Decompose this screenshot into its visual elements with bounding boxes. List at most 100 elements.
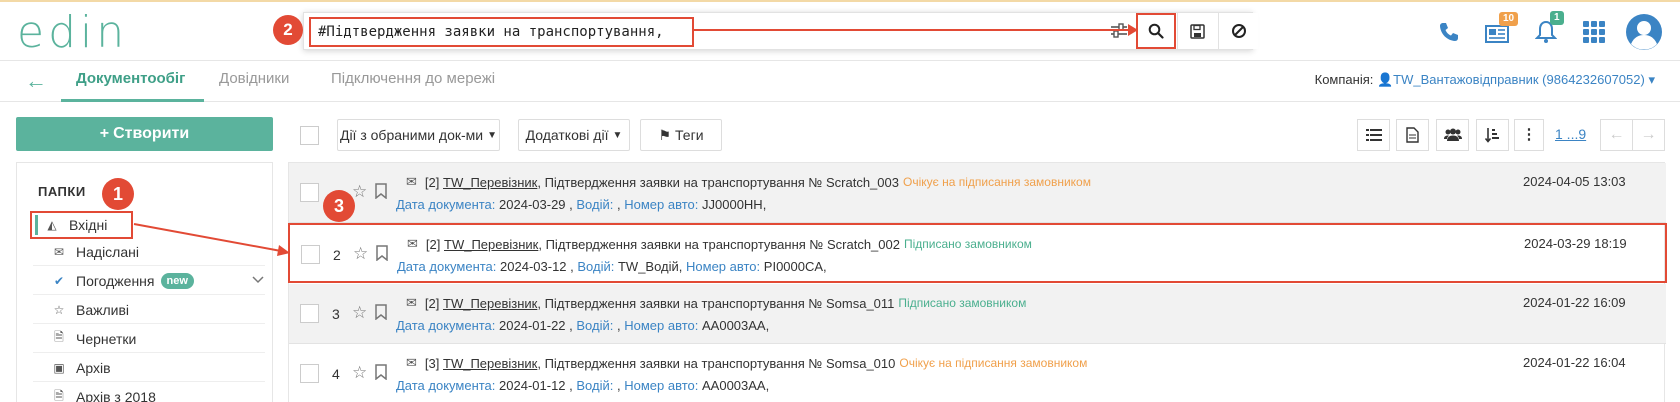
- row-checkbox[interactable]: [300, 183, 319, 202]
- pagination-link[interactable]: 1 ...9: [1555, 126, 1586, 142]
- arrow-left-icon: ←: [1608, 126, 1625, 143]
- document-icon: [1406, 127, 1419, 143]
- notifications-button[interactable]: 1: [1530, 11, 1564, 48]
- row-checkbox[interactable]: [300, 364, 319, 383]
- tab-directories[interactable]: Довідники: [219, 70, 289, 87]
- doc-count: [2]: [424, 295, 440, 311]
- bulk-actions-dropdown[interactable]: Дії з обраними док-ми ▼: [337, 119, 500, 151]
- caret-down-icon: ▾: [1648, 72, 1655, 87]
- document-list: ☆ ✉ [2] TW_Перевізник , Підтвердження за…: [288, 162, 1667, 402]
- tags-label: Теги: [675, 127, 704, 143]
- bookmark-icon[interactable]: [374, 304, 388, 320]
- logo-text: edin: [17, 7, 129, 58]
- row-checkbox[interactable]: [300, 304, 319, 323]
- car-value: PI0000CA,: [763, 259, 827, 274]
- new-badge: new: [160, 272, 194, 289]
- document-title-line: ✉ [2] TW_Перевізник , Підтвердження заяв…: [406, 295, 1026, 311]
- company-selector[interactable]: Компанія: 👤TW_Вантажовідправник (9864232…: [1315, 72, 1655, 88]
- chevron-down-icon[interactable]: [251, 273, 265, 287]
- company-label: Компанія:: [1314, 72, 1374, 87]
- more-options-button[interactable]: ⋮: [1514, 119, 1544, 151]
- doc-title: , Підтвердження заявки на транспортуванн…: [537, 174, 899, 190]
- apps-grid-button[interactable]: [1578, 16, 1610, 48]
- caret-down-icon: ▼: [612, 129, 623, 141]
- doc-sender-link[interactable]: TW_Перевізник: [443, 356, 537, 371]
- list-view-button[interactable]: [1357, 119, 1390, 151]
- doc-timestamp: 2024-01-22 16:04: [1523, 355, 1626, 370]
- annotation-arrow-2: [693, 29, 1130, 31]
- document-row-highlighted[interactable]: 2 ☆ ✉ [2] TW_Перевізник , Підтвердження …: [288, 223, 1667, 283]
- folder-sent[interactable]: ✉ Надіслані: [33, 238, 265, 266]
- doc-sender-link[interactable]: TW_Перевізник: [443, 175, 537, 190]
- folder-inbox[interactable]: ◭ Вхідні: [30, 211, 133, 239]
- car-label: Номер авто:: [686, 259, 761, 274]
- news-button[interactable]: 10: [1481, 12, 1519, 48]
- folder-archive-2018[interactable]: 🗎 Архів з 2018: [33, 383, 265, 402]
- doc-sender-link[interactable]: TW_Перевізник: [443, 296, 537, 311]
- apps-grid-icon: [1583, 21, 1605, 43]
- bookmark-icon[interactable]: [375, 245, 389, 261]
- inbox-icon: ◭: [47, 218, 57, 232]
- driver-value: TW_Водій,: [617, 259, 683, 274]
- clear-search-button[interactable]: [1218, 13, 1258, 49]
- folder-drafts[interactable]: 🗎 Чернетки: [33, 325, 265, 353]
- document-title-line: ✉ [2] TW_Перевізник , Підтвердження заяв…: [406, 174, 1091, 190]
- edin-logo[interactable]: edin: [17, 7, 129, 58]
- document-meta-line: Дата документа: 2024-03-12 , Водій: TW_В…: [397, 259, 827, 274]
- car-value: JJ0000HH,: [702, 197, 767, 212]
- back-arrow-icon[interactable]: ←: [25, 68, 47, 94]
- filter-sliders-icon[interactable]: [1110, 22, 1128, 40]
- doc-count: [2]: [425, 236, 441, 252]
- folder-archive[interactable]: ▣ Архів: [33, 354, 265, 382]
- car-value: AA0003AA,: [702, 378, 770, 393]
- folder-label: Архів з 2018: [76, 389, 156, 402]
- ban-icon: [1231, 24, 1246, 38]
- news-count-badge: 10: [1499, 12, 1519, 26]
- document-view-button[interactable]: [1396, 119, 1429, 151]
- star-icon[interactable]: ☆: [352, 303, 367, 323]
- document-row[interactable]: 3 ☆ ✉ [2] TW_Перевізник , Підтвердження …: [289, 284, 1666, 344]
- star-icon: ☆: [53, 302, 65, 317]
- user-avatar[interactable]: [1624, 12, 1664, 52]
- document-meta-line: Дата документа: 2024-01-12 , Водій: , Но…: [396, 378, 769, 393]
- folder-label: Вхідні: [69, 217, 108, 233]
- row-number: 4: [332, 366, 340, 382]
- folders-title: ПАПКИ: [38, 184, 86, 199]
- tags-button[interactable]: ⚑ Теги: [640, 119, 722, 151]
- users-icon: [1443, 128, 1462, 141]
- folder-important[interactable]: ☆ Важливі: [33, 296, 265, 324]
- group-view-button[interactable]: [1436, 119, 1469, 151]
- doc-sender-link[interactable]: TW_Перевізник: [444, 237, 538, 252]
- arrow-right-icon: →: [1640, 126, 1657, 143]
- row-checkbox[interactable]: [301, 245, 320, 264]
- driver-label: Водій:: [577, 259, 615, 274]
- star-icon[interactable]: ☆: [352, 363, 367, 383]
- tab-network-connection[interactable]: Підключення до мережі: [331, 70, 495, 87]
- save-search-button[interactable]: [1177, 13, 1217, 49]
- phone-button[interactable]: [1433, 16, 1465, 48]
- doc-date-label: Дата документа:: [396, 318, 496, 333]
- alerts-count-badge: 1: [1550, 11, 1564, 25]
- envelope-icon: ✉: [53, 244, 65, 259]
- folder-approvals[interactable]: ✔ Погодження new: [33, 267, 265, 295]
- bookmark-icon[interactable]: [374, 364, 388, 380]
- next-page-button[interactable]: →: [1632, 119, 1665, 151]
- document-row[interactable]: 4 ☆ ✉ [3] TW_Перевізник , Підтвердження …: [289, 344, 1666, 402]
- star-icon[interactable]: ☆: [353, 244, 368, 264]
- envelope-open-icon: ✉: [406, 295, 417, 310]
- folder-label: Чернетки: [76, 330, 137, 347]
- tab-documents[interactable]: Документообіг: [76, 70, 185, 87]
- sort-button[interactable]: [1476, 119, 1509, 151]
- extra-actions-dropdown[interactable]: Додаткові дії ▼: [518, 119, 630, 151]
- doc-date-label: Дата документа:: [397, 259, 497, 274]
- create-button[interactable]: + Створити: [16, 117, 273, 151]
- search-input[interactable]: [309, 17, 694, 47]
- prev-page-button[interactable]: ←: [1600, 119, 1633, 151]
- search-button[interactable]: [1136, 13, 1176, 49]
- bookmark-icon[interactable]: [374, 183, 388, 199]
- select-all-checkbox[interactable]: [300, 126, 319, 145]
- star-icon[interactable]: ☆: [352, 182, 367, 202]
- doc-title: , Підтвердження заявки на транспортуванн…: [537, 355, 896, 371]
- doc-date: 2024-03-29 ,: [499, 197, 573, 212]
- document-row[interactable]: ☆ ✉ [2] TW_Перевізник , Підтвердження за…: [289, 163, 1666, 223]
